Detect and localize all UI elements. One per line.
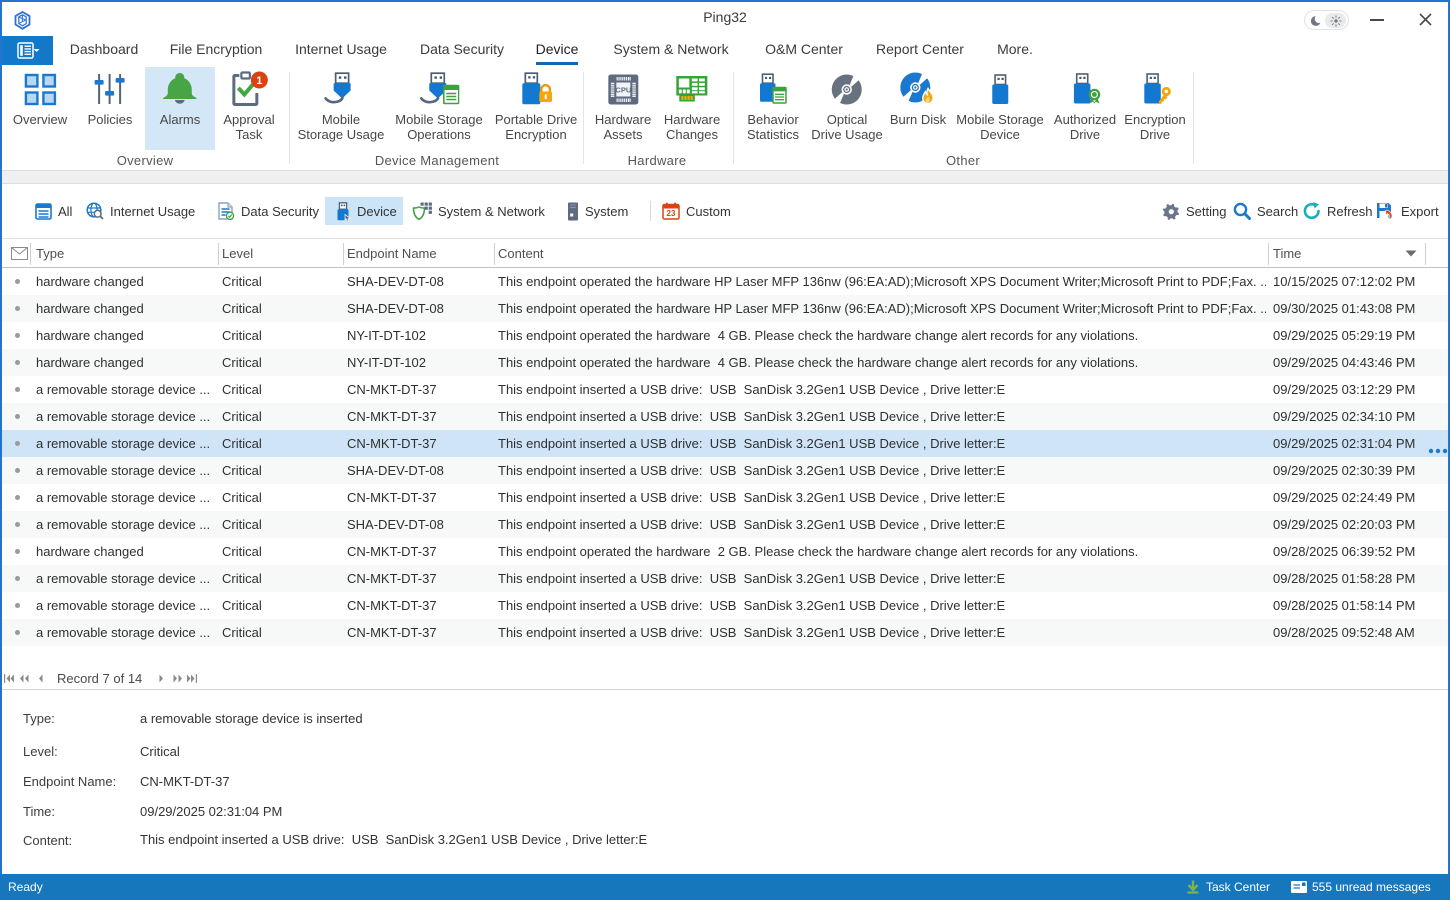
- svg-text:23: 23: [667, 209, 676, 218]
- svg-text:CPU: CPU: [615, 85, 631, 94]
- svg-text:1: 1: [256, 75, 262, 87]
